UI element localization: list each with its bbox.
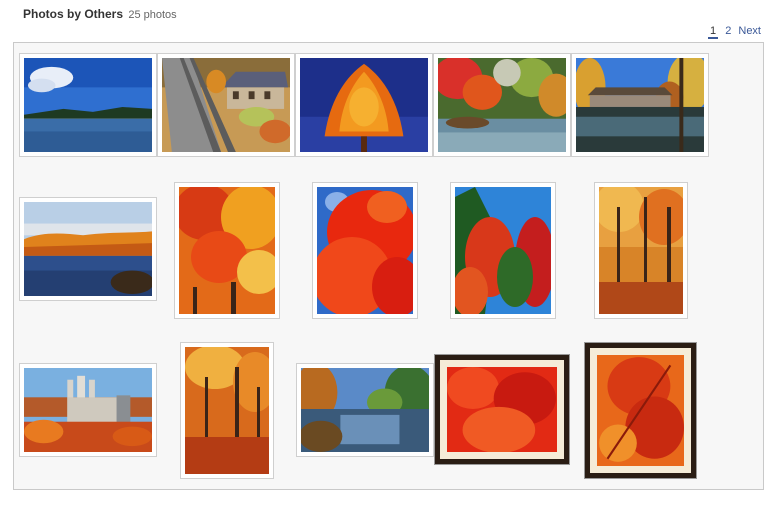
- photo-image: [447, 367, 557, 452]
- photo-forest-red[interactable]: [450, 182, 556, 319]
- photo-orange-tree[interactable]: [295, 53, 433, 157]
- photo-image: [24, 202, 152, 296]
- frame-mat: [440, 360, 564, 459]
- photo-image: [599, 187, 683, 314]
- photo-river-autumn[interactable]: [433, 53, 571, 157]
- photo-lake-blue-sky[interactable]: [19, 53, 157, 157]
- photo-red-leaves-framed[interactable]: [434, 354, 570, 465]
- photo-image: [301, 368, 429, 452]
- pagination: 1 2 Next: [704, 25, 761, 39]
- photo-covered-bridge[interactable]: [571, 53, 709, 157]
- photo-image: [438, 58, 566, 152]
- photo-red-maple-2[interactable]: [312, 182, 418, 319]
- photo-image: [162, 58, 290, 152]
- photo-sumac-framed[interactable]: [584, 342, 697, 479]
- photo-count: 25 photos: [128, 9, 177, 21]
- section-title: Photos by Others: [23, 7, 124, 21]
- section-header: Photos by Others 25 photos: [23, 7, 177, 21]
- photo-image: [185, 347, 269, 474]
- photo-image: [179, 187, 275, 314]
- photo-image: [455, 187, 551, 314]
- photo-lake-mist[interactable]: [19, 197, 157, 301]
- photo-red-maple-1[interactable]: [174, 182, 280, 319]
- photo-image: [597, 355, 684, 466]
- photo-image: [317, 187, 413, 314]
- photo-railroad-station[interactable]: [157, 53, 295, 157]
- photo-image: [300, 58, 428, 152]
- photo-image: [24, 58, 152, 152]
- frame-mat: [590, 348, 691, 473]
- photo-forest-orange[interactable]: [180, 342, 274, 479]
- photo-image: [576, 58, 704, 152]
- photo-river-reflection[interactable]: [296, 363, 434, 457]
- page-link-1[interactable]: 1: [708, 25, 719, 39]
- photo-grid: [13, 42, 764, 490]
- next-page-link[interactable]: Next: [738, 25, 761, 37]
- page-link-2[interactable]: 2: [725, 25, 731, 37]
- photo-cathedral[interactable]: [19, 363, 157, 457]
- photo-image: [24, 368, 152, 452]
- photo-forest-path[interactable]: [594, 182, 688, 319]
